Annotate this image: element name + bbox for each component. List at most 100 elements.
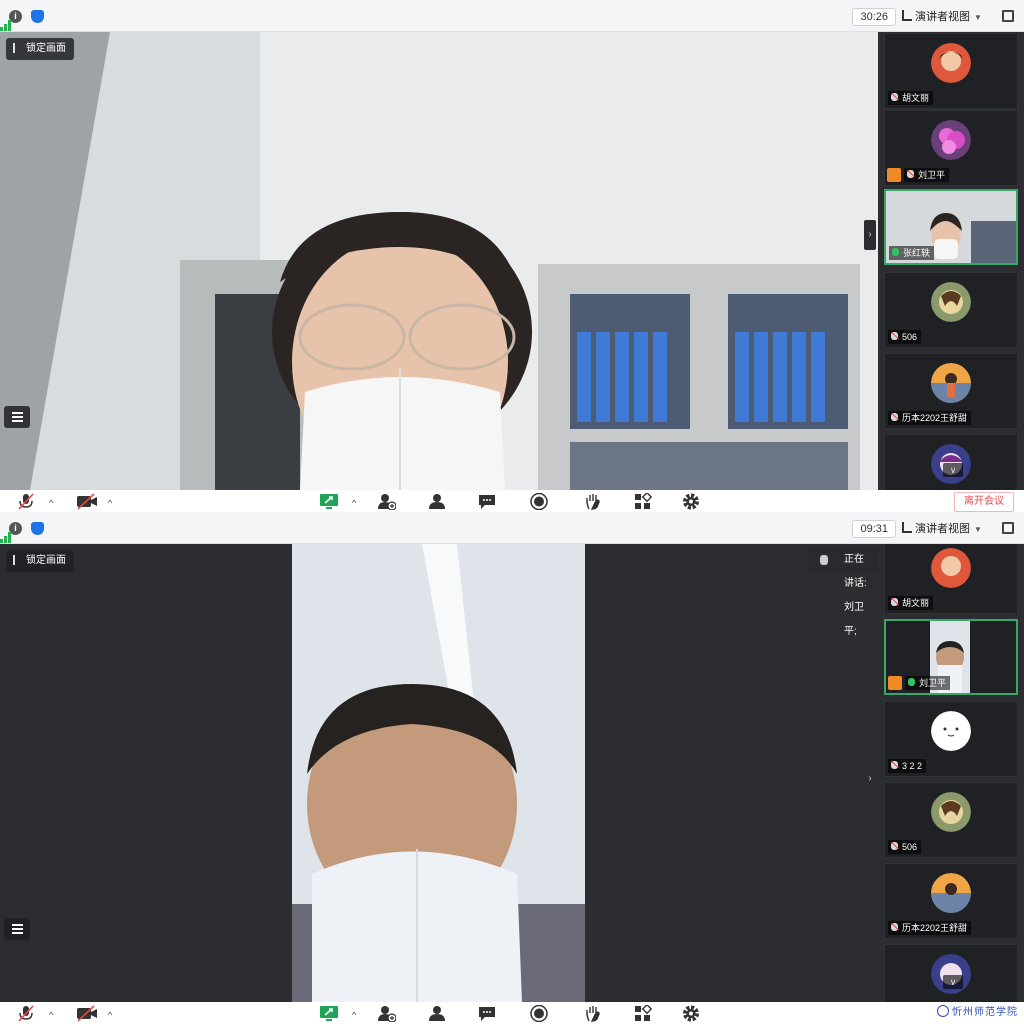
participant-avatar — [931, 792, 971, 832]
meeting-status-bar: i 30:26 演讲者视图 ▼ — [0, 0, 1024, 32]
meeting-timer: 30:26 — [852, 8, 896, 26]
settings-icon[interactable] — [682, 493, 700, 510]
security-shield-icon[interactable] — [31, 10, 44, 23]
security-shield-icon[interactable] — [31, 522, 44, 535]
camera-off-icon[interactable] — [76, 493, 98, 510]
raise-hand-icon[interactable] — [584, 1005, 602, 1022]
participant-tile-active[interactable]: 刘卫平 — [884, 619, 1018, 695]
camera-off-icon[interactable] — [76, 1005, 98, 1022]
chevron-down-icon: ▼ — [974, 525, 982, 534]
view-mode-label: 演讲者视图 — [915, 11, 970, 23]
participant-tile[interactable]: 胡文丽 — [884, 33, 1018, 109]
pin-icon — [13, 43, 19, 53]
participant-gallery: 胡文丽 刘卫平 张红轶 506 历本2202王舒甜 — [878, 32, 1024, 490]
record-icon[interactable] — [530, 1005, 548, 1022]
speaker-mic-icon — [820, 555, 828, 565]
participant-tile[interactable] — [884, 944, 1018, 1002]
network-signal-icon[interactable] — [0, 512, 13, 543]
meeting-timer: 09:31 — [852, 520, 896, 538]
mic-options-chevron-icon[interactable]: ^ — [49, 498, 53, 508]
apps-icon[interactable] — [634, 493, 652, 510]
speaking-indicator: 正在讲话: 刘卫平; — [808, 548, 878, 637]
participant-tile[interactable]: 刘卫平 — [884, 110, 1018, 186]
participant-tile[interactable]: 历本2202王舒甜 — [884, 863, 1018, 939]
participant-tile-active[interactable]: 张红轶 — [884, 189, 1018, 265]
fullscreen-icon[interactable] — [1002, 522, 1014, 534]
chat-icon[interactable] — [478, 493, 496, 510]
meeting-window-2: i 09:31 演讲者视图 ▼ 锁定画面 正在讲话: 刘卫平; › 胡文丽 刘卫… — [0, 512, 1024, 1024]
mic-options-chevron-icon[interactable]: ^ — [49, 1010, 53, 1020]
camera-options-chevron-icon[interactable]: ^ — [108, 498, 112, 508]
meeting-status-bar: i 09:31 演讲者视图 ▼ — [0, 512, 1024, 544]
participant-avatar — [931, 548, 971, 588]
participant-name: 历本2202王舒甜 — [888, 921, 972, 935]
meeting-window-1: i 30:26 演讲者视图 ▼ 锁定画面 › 胡文丽 刘卫平 张红轶 506 历… — [0, 0, 1024, 512]
mic-muted-icon — [891, 598, 898, 606]
university-watermark: 忻州师范学院 — [936, 1004, 1018, 1022]
meeting-list-button[interactable] — [4, 918, 30, 940]
share-screen-icon[interactable] — [320, 1005, 338, 1022]
invite-icon[interactable] — [378, 493, 396, 510]
speaker-video-frame — [0, 32, 878, 490]
meeting-list-button[interactable] — [4, 406, 30, 428]
apps-icon[interactable] — [634, 1005, 652, 1022]
view-mode-label: 演讲者视图 — [915, 523, 970, 535]
share-options-chevron-icon[interactable]: ^ — [352, 498, 356, 508]
share-screen-icon[interactable] — [320, 493, 338, 510]
raise-hand-icon[interactable] — [584, 493, 602, 510]
network-signal-icon[interactable] — [0, 0, 13, 31]
mic-on-icon — [892, 248, 899, 256]
participant-tile[interactable]: 历本2202王舒甜 — [884, 353, 1018, 429]
participant-tile[interactable]: 506 — [884, 782, 1018, 858]
chat-icon[interactable] — [478, 1005, 496, 1022]
sidebar-collapse-button[interactable]: › — [864, 220, 876, 250]
settings-icon[interactable] — [682, 1005, 700, 1022]
fullscreen-icon[interactable] — [1002, 10, 1014, 22]
mic-on-icon — [908, 678, 915, 686]
participant-name: 506 — [888, 840, 922, 854]
participant-avatar — [931, 873, 971, 913]
mic-icon[interactable] — [17, 493, 35, 510]
participant-avatar — [931, 711, 971, 751]
participant-avatar — [931, 282, 971, 322]
participant-tile[interactable]: 506 — [884, 272, 1018, 348]
participants-icon[interactable] — [428, 1005, 446, 1022]
lock-view-button[interactable]: 锁定画面 — [6, 38, 74, 60]
participant-tile[interactable]: 胡文丽 — [884, 544, 1018, 614]
participant-tile[interactable] — [884, 434, 1018, 490]
camera-options-chevron-icon[interactable]: ^ — [108, 1010, 112, 1020]
lock-view-button[interactable]: 锁定画面 — [6, 550, 74, 572]
participant-name: 历本2202王舒甜 — [888, 411, 972, 425]
participant-avatar — [931, 43, 971, 83]
sidebar-collapse-button[interactable]: › — [864, 764, 876, 794]
mic-muted-icon — [891, 413, 898, 421]
participant-avatar — [931, 120, 971, 160]
share-options-chevron-icon[interactable]: ^ — [352, 1010, 356, 1020]
participant-avatar — [931, 363, 971, 403]
mic-muted-icon — [907, 170, 914, 178]
leave-meeting-button[interactable]: 离开会议 — [954, 492, 1014, 512]
host-badge-icon — [887, 168, 901, 182]
record-icon[interactable] — [530, 493, 548, 510]
participant-name: 张红轶 — [889, 246, 935, 260]
layout-icon — [902, 522, 912, 533]
mic-muted-icon — [891, 761, 898, 769]
scroll-down-icon[interactable]: ∨ — [943, 463, 963, 477]
invite-icon[interactable] — [378, 1005, 396, 1022]
participant-name: 刘卫平 — [904, 168, 950, 182]
participant-name: 506 — [888, 330, 922, 344]
scroll-down-icon[interactable]: ∨ — [943, 975, 963, 989]
view-mode-dropdown[interactable]: 演讲者视图 ▼ — [902, 8, 994, 26]
participant-name: 3 2 2 — [888, 759, 927, 773]
participants-icon[interactable] — [428, 493, 446, 510]
participant-gallery: 胡文丽 刘卫平 3 2 2 506 历本2202王舒甜 — [878, 544, 1024, 1002]
participant-tile[interactable]: 3 2 2 — [884, 701, 1018, 777]
participant-name: 胡文丽 — [888, 596, 934, 610]
mic-muted-icon — [891, 842, 898, 850]
university-seal-icon — [937, 1005, 949, 1017]
view-mode-dropdown[interactable]: 演讲者视图 ▼ — [902, 520, 994, 538]
pin-icon — [13, 555, 19, 565]
mic-icon[interactable] — [17, 1005, 35, 1022]
mic-muted-icon — [891, 923, 898, 931]
chevron-down-icon: ▼ — [974, 13, 982, 22]
